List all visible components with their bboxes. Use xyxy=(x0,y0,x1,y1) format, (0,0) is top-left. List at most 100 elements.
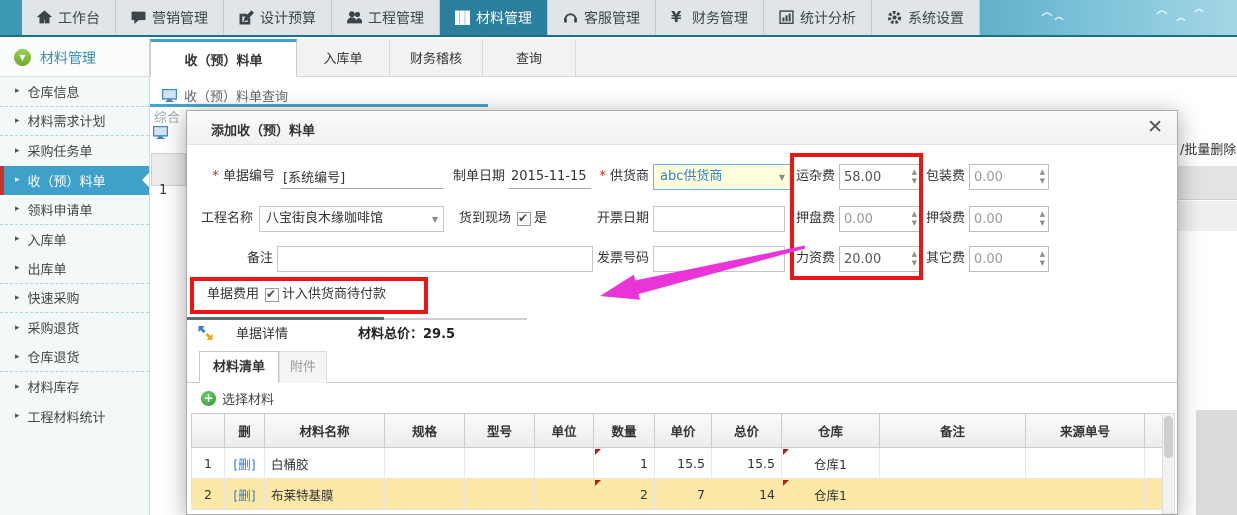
cell-spec[interactable] xyxy=(385,448,465,479)
invoice-date-input[interactable] xyxy=(653,206,785,232)
col-source: 来源单号 xyxy=(1026,414,1145,448)
nav-tab-customer-service[interactable]: 客服管理 xyxy=(548,0,656,35)
nav-tab-materials[interactable]: 材料管理 xyxy=(440,0,548,35)
close-icon[interactable] xyxy=(1147,116,1163,138)
tab-inbound-order[interactable]: 入库单 xyxy=(297,39,390,76)
invoice-no-input[interactable] xyxy=(653,246,785,272)
sidebar-item-warehouse-info[interactable]: ▸仓库信息 xyxy=(0,77,149,107)
cell-price[interactable]: 7 xyxy=(655,479,712,510)
create-date-input[interactable] xyxy=(509,165,591,189)
nav-tab-settings[interactable]: 系统设置 xyxy=(872,0,980,35)
nav-tab-label: 材料管理 xyxy=(476,8,532,28)
monitor-icon xyxy=(162,89,177,102)
expand-arrows-icon[interactable] xyxy=(197,325,214,341)
tab-receive-order[interactable]: 收（预）料单 xyxy=(150,39,297,77)
other-fee-stepper[interactable] xyxy=(969,246,1049,272)
tab-attachments[interactable]: 附件 xyxy=(279,351,327,383)
sidebar-item-inbound-order[interactable]: ▸入库单 xyxy=(0,225,149,255)
cell-price[interactable]: 15.5 xyxy=(655,448,712,479)
freight-fee-input[interactable] xyxy=(840,165,902,189)
pallet-fee-input[interactable] xyxy=(840,207,902,231)
cell-remark[interactable] xyxy=(880,448,1026,479)
tab-material-list[interactable]: 材料清单 xyxy=(199,351,279,383)
nav-tab-statistics[interactable]: 统计分析 xyxy=(764,0,872,35)
sidebar: 材料管理 ▸仓库信息 ▸材料需求计划 ▸采购任务单 ▸收（预）料单 ▸领料申请单… xyxy=(0,39,150,515)
freight-fee-stepper[interactable] xyxy=(839,164,921,190)
cell-unit[interactable] xyxy=(535,479,594,510)
sidebar-item-quick-purchase[interactable]: ▸快速采购 xyxy=(0,284,149,314)
nav-tab-workbench[interactable]: 工作台 xyxy=(22,0,116,35)
spinner-arrows-icon[interactable] xyxy=(912,168,917,186)
sidebar-item-material-stock[interactable]: ▸材料库存 xyxy=(0,372,149,402)
sidebar-item-purchase-return[interactable]: ▸采购退货 xyxy=(0,313,149,343)
sidebar-item-warehouse-return[interactable]: ▸仓库退货 xyxy=(0,343,149,373)
material-table: 删 材料名称 规格 型号 单位 数量 单价 总价 仓库 备注 来源单号 1 xyxy=(191,413,1165,510)
remark-label: 备注 xyxy=(217,246,273,272)
nav-tab-engineering[interactable]: 工程管理 xyxy=(332,0,440,35)
delete-row-link[interactable]: [删] xyxy=(233,488,255,503)
cell-unit[interactable] xyxy=(535,448,594,479)
onsite-checkbox[interactable] xyxy=(517,212,531,226)
nav-tab-marketing[interactable]: 营销管理 xyxy=(116,0,224,35)
nav-tab-finance[interactable]: ¥ 财务管理 xyxy=(656,0,764,35)
cell-warehouse[interactable]: 仓库1 xyxy=(782,479,880,510)
cell-model[interactable] xyxy=(465,479,535,510)
delete-row-link[interactable]: [删] xyxy=(233,457,255,472)
cell-material-name[interactable]: 白桶胶 xyxy=(265,448,385,479)
scrollbar-thumb[interactable] xyxy=(1164,416,1173,458)
packing-fee-input[interactable] xyxy=(970,165,1030,189)
sidebar-item-purchase-task[interactable]: ▸采购任务单 xyxy=(0,136,149,166)
cell-material-name[interactable]: 布莱特基膜 xyxy=(265,479,385,510)
sidebar-item-outbound-order[interactable]: ▸出库单 xyxy=(0,254,149,284)
table-header-row: 删 材料名称 规格 型号 单位 数量 单价 总价 仓库 备注 来源单号 xyxy=(192,414,1165,448)
labor-fee-input[interactable] xyxy=(840,247,902,271)
packing-fee-stepper[interactable] xyxy=(969,164,1049,190)
bg-grid-header-cell xyxy=(151,153,186,186)
remark-input[interactable] xyxy=(277,246,593,272)
caret-right-icon: ▸ xyxy=(15,204,20,214)
col-price: 单价 xyxy=(655,414,712,448)
spinner-arrows-icon[interactable] xyxy=(912,210,917,228)
pallet-fee-stepper[interactable] xyxy=(839,206,921,232)
col-material-name: 材料名称 xyxy=(265,414,385,448)
sidebar-item-material-demand-plan[interactable]: ▸材料需求计划 xyxy=(0,107,149,137)
nav-tab-label: 工作台 xyxy=(58,8,100,28)
tab-finance-audit[interactable]: 财务稽核 xyxy=(390,39,483,76)
bag-fee-stepper[interactable] xyxy=(969,206,1049,232)
users-icon xyxy=(347,10,362,25)
sidebar-item-project-material-stats[interactable]: ▸工程材料统计 xyxy=(0,402,149,432)
cell-qty[interactable]: 2 xyxy=(594,479,655,510)
tab-query[interactable]: 查询 xyxy=(483,39,576,76)
spinner-arrows-icon[interactable] xyxy=(912,250,917,268)
spinner-arrows-icon[interactable] xyxy=(1040,210,1045,228)
freight-fee-label: 运杂费 xyxy=(789,164,835,190)
doc-fee-checkbox[interactable] xyxy=(265,288,279,302)
nav-tab-design-budget[interactable]: 设计预算 xyxy=(224,0,332,35)
breadcrumb-label: 收（预）料单查询 xyxy=(184,86,288,105)
table-scrollbar[interactable] xyxy=(1162,413,1175,514)
app-window: 工作台 营销管理 设计预算 工程管理 材料管理 客服管理 ¥ 财务管理 统计分析 xyxy=(0,0,1237,515)
edit-icon xyxy=(239,10,254,25)
supplier-select[interactable]: abc供货商 xyxy=(653,164,791,190)
nav-tab-label: 设计预算 xyxy=(260,8,316,28)
cell-remark[interactable] xyxy=(880,479,1026,510)
bg-grid-row-number: 1 xyxy=(159,183,167,198)
select-material-button[interactable]: 选择材料 xyxy=(201,389,274,408)
cell-spec[interactable] xyxy=(385,479,465,510)
cell-model[interactable] xyxy=(465,448,535,479)
bag-fee-input[interactable] xyxy=(970,207,1030,231)
monitor-icon xyxy=(153,126,168,139)
chevron-down-icon[interactable] xyxy=(14,49,31,66)
labor-fee-stepper[interactable] xyxy=(839,246,921,272)
project-select[interactable]: 八宝街良木缘咖啡馆 xyxy=(259,206,444,232)
cell-qty[interactable]: 1 xyxy=(594,448,655,479)
sidebar-item-receive-order[interactable]: ▸收（预）料单 xyxy=(0,166,149,196)
cell-warehouse[interactable]: 仓库1 xyxy=(782,448,880,479)
bg-batch-delete-link[interactable]: /批量删除 xyxy=(1180,139,1236,158)
sidebar-item-material-request[interactable]: ▸领料申请单 xyxy=(0,195,149,225)
chart-icon xyxy=(779,10,794,25)
doc-no-input[interactable] xyxy=(281,165,443,189)
other-fee-input[interactable] xyxy=(970,247,1030,271)
spinner-arrows-icon[interactable] xyxy=(1040,250,1045,268)
spinner-arrows-icon[interactable] xyxy=(1040,168,1045,186)
